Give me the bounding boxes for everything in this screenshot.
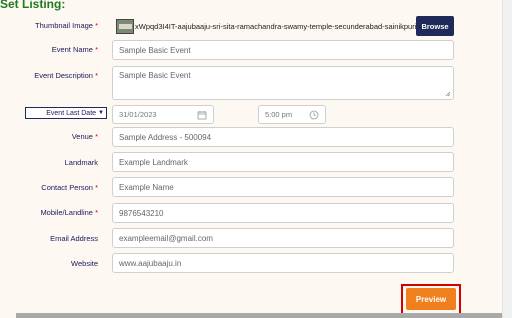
email-label: Email Address xyxy=(50,234,98,243)
chevron-down-icon: ▼ xyxy=(98,110,104,116)
resize-handle-icon[interactable] xyxy=(445,91,451,97)
scrollbar[interactable] xyxy=(502,0,512,318)
section-title: Set Listing: xyxy=(0,0,66,11)
venue-label: Venue * xyxy=(71,132,98,141)
email-input[interactable]: exampleemail@gmail.com xyxy=(112,228,454,248)
calendar-icon[interactable] xyxy=(197,110,207,120)
event-time-value: 5:00 pm xyxy=(265,110,293,119)
event-time-input[interactable]: 5:00 pm xyxy=(258,105,326,124)
contact-person-input[interactable]: Example Name xyxy=(112,177,454,197)
event-name-label: Event Name * xyxy=(51,45,98,54)
browse-button[interactable]: Browse xyxy=(416,16,454,36)
venue-input[interactable]: Sample Address - 500094 xyxy=(112,127,454,147)
mobile-label: Mobile/Landline * xyxy=(40,208,98,217)
event-date-value: 31/01/2023 xyxy=(119,110,157,119)
event-description-textarea[interactable]: Sample Basic Event xyxy=(112,66,454,100)
event-description-label: Event Description * xyxy=(34,71,98,80)
landmark-label: Landmark xyxy=(64,158,98,167)
footer-bar xyxy=(16,313,502,318)
thumbnail-file-name: xWpqd3I4IT-aajubaaju-sri-sita-ramachandr… xyxy=(135,21,416,31)
event-name-input[interactable]: Sample Basic Event xyxy=(112,40,454,60)
mobile-input[interactable]: 9876543210 xyxy=(112,203,454,223)
website-label: Website xyxy=(71,259,98,268)
set-listing-form: Set Listing: Thumbnail Image * xWpqd3I4I… xyxy=(0,0,502,318)
thumbnail-label: Thumbnail Image * xyxy=(35,21,98,30)
event-last-date-select[interactable]: Event Last Date ▼ xyxy=(25,107,107,119)
website-input[interactable]: www.aajubaaju.in xyxy=(112,253,454,273)
image-thumbnail-icon xyxy=(116,18,134,34)
event-last-date-select-label: Event Last Date xyxy=(46,109,97,117)
preview-button[interactable]: Preview xyxy=(406,288,456,310)
landmark-input[interactable]: Example Landmark xyxy=(112,152,454,172)
clock-icon[interactable] xyxy=(309,110,319,120)
event-date-input[interactable]: 31/01/2023 xyxy=(112,105,214,124)
contact-person-label: Contact Person * xyxy=(41,183,98,192)
thumbnail-file-input[interactable]: xWpqd3I4IT-aajubaaju-sri-sita-ramachandr… xyxy=(116,16,454,36)
event-description-placeholder: Sample Basic Event xyxy=(119,71,191,80)
